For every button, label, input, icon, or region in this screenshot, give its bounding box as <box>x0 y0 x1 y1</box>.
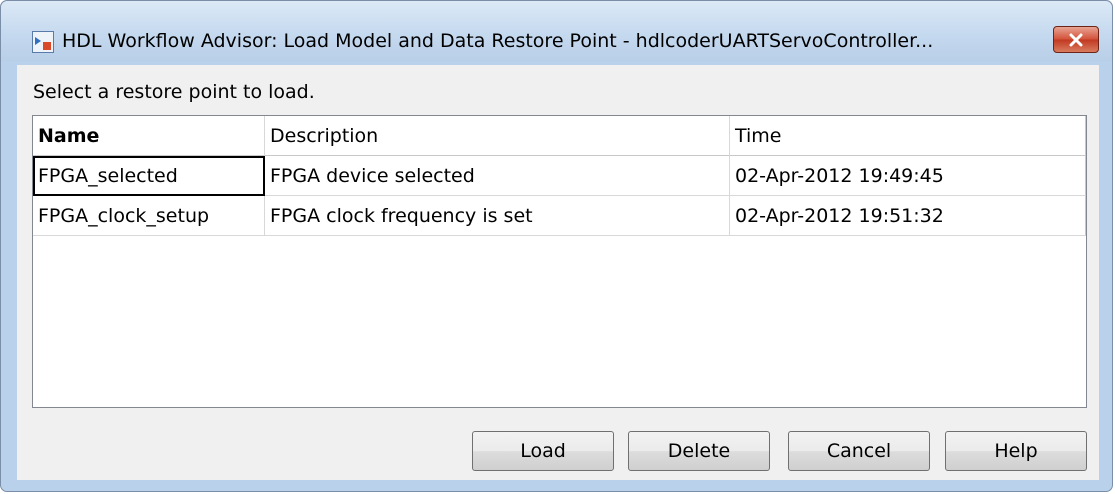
dialog-body: Select a restore point to load. Name Des… <box>17 65 1099 480</box>
restore-point-table[interactable]: Name Description Time FPGA_selected FPGA… <box>32 115 1087 408</box>
column-header-time[interactable]: Time <box>730 116 1086 156</box>
column-header-name[interactable]: Name <box>33 116 265 156</box>
help-button[interactable]: Help <box>945 431 1087 471</box>
close-icon <box>1069 33 1083 46</box>
table-cell-description[interactable]: FPGA clock frequency is set <box>265 196 730 236</box>
dialog-window: HDL Workflow Advisor: Load Model and Dat… <box>0 0 1113 492</box>
column-header-description[interactable]: Description <box>265 116 730 156</box>
table-cell-name[interactable]: FPGA_selected <box>33 156 265 196</box>
table-cell-name[interactable]: FPGA_clock_setup <box>33 196 265 236</box>
cancel-button[interactable]: Cancel <box>788 431 930 471</box>
title-bar[interactable]: HDL Workflow Advisor: Load Model and Dat… <box>1 1 1112 61</box>
delete-button[interactable]: Delete <box>628 431 770 471</box>
window-title: HDL Workflow Advisor: Load Model and Dat… <box>62 30 934 52</box>
instruction-text: Select a restore point to load. <box>33 81 315 103</box>
table-header: Name Description Time <box>33 116 1086 156</box>
table-cell-time[interactable]: 02-Apr-2012 19:51:32 <box>730 196 1086 236</box>
table-cell-time[interactable]: 02-Apr-2012 19:49:45 <box>730 156 1086 196</box>
close-button[interactable] <box>1053 26 1099 53</box>
table-row[interactable]: FPGA_clock_setup FPGA clock frequency is… <box>33 196 1086 236</box>
table-row[interactable]: FPGA_selected FPGA device selected 02-Ap… <box>33 156 1086 196</box>
load-button[interactable]: Load <box>472 431 614 471</box>
simulink-app-icon <box>32 31 54 53</box>
table-cell-description[interactable]: FPGA device selected <box>265 156 730 196</box>
